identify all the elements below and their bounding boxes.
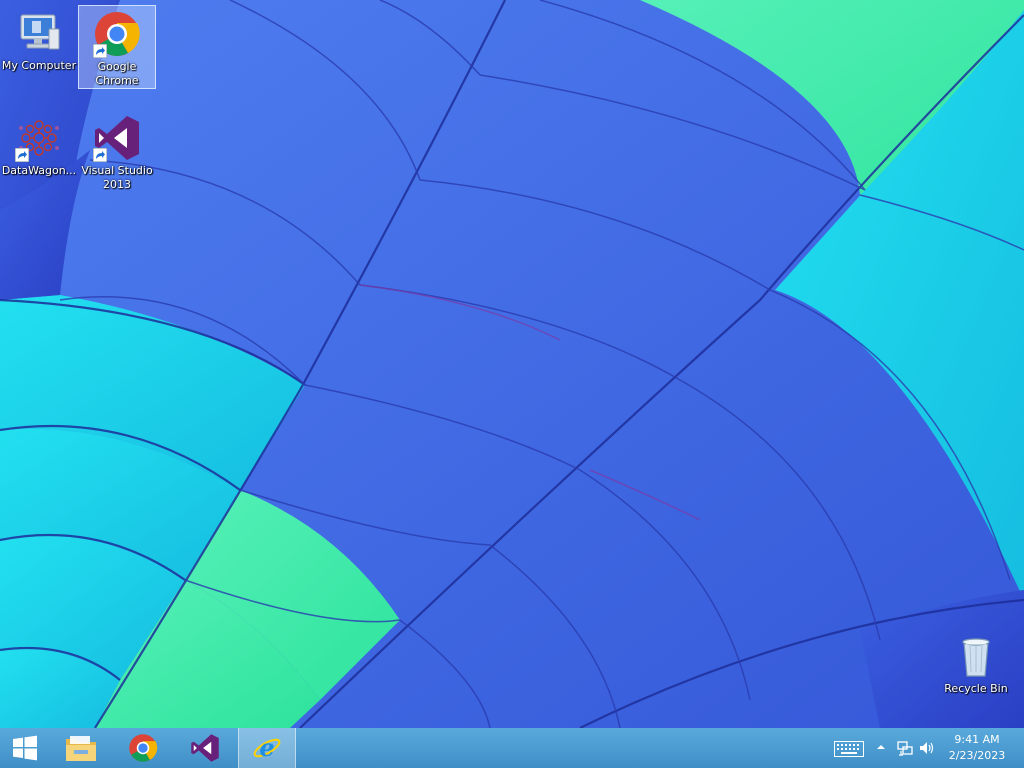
desktop-icon-label: Recycle Bin (944, 682, 1008, 695)
visual-studio-icon (93, 114, 141, 162)
desktop-icon-google-chrome[interactable]: Google Chrome (78, 5, 156, 89)
network-icon[interactable] (897, 740, 913, 756)
visual-studio-taskbar-button[interactable] (180, 728, 230, 768)
desktop-icon-my-computer[interactable]: My Computer (0, 5, 78, 89)
desktop-icon-datawagon[interactable]: DataWagon... (0, 110, 78, 194)
desktop[interactable]: My Computer Google Chrome DataWagon... V… (0, 0, 1024, 728)
desktop-icon-label: Google Chrome (95, 60, 139, 87)
shortcut-arrow-icon (15, 148, 29, 162)
clock[interactable]: 9:41 AM 2/23/2023 (942, 732, 1012, 764)
computer-icon (15, 9, 63, 57)
file-explorer-button[interactable] (56, 728, 106, 768)
internet-explorer-taskbar-button[interactable]: e (238, 728, 296, 768)
chrome-icon (93, 10, 141, 58)
desktop-icon-visual-studio[interactable]: Visual Studio 2013 (78, 110, 156, 194)
visual-studio-icon (191, 734, 219, 762)
datawagon-icon (15, 114, 63, 162)
chrome-icon (129, 734, 158, 762)
svg-text:e: e (259, 733, 274, 762)
chrome-taskbar-button[interactable] (118, 728, 168, 768)
start-button[interactable] (0, 728, 50, 768)
desktop-icon-label: DataWagon... (1, 164, 77, 177)
windows-logo-icon (13, 735, 37, 761)
shortcut-arrow-icon (93, 44, 107, 58)
show-hidden-icons-chevron[interactable] (877, 744, 885, 750)
volume-icon[interactable] (919, 740, 935, 756)
desktop-icon-label: Visual Studio 2013 (81, 164, 153, 191)
system-tray: 9:41 AM 2/23/2023 (824, 728, 1024, 768)
desktop-icon-label: My Computer (1, 59, 77, 72)
clock-time: 9:41 AM (954, 733, 1000, 746)
recycle-bin-icon (952, 632, 1000, 680)
shortcut-arrow-icon (93, 148, 107, 162)
desktop-icon-recycle-bin[interactable]: Recycle Bin (937, 628, 1015, 712)
internet-explorer-icon: e (253, 733, 281, 762)
keyboard-icon[interactable] (834, 741, 864, 757)
clock-date: 2/23/2023 (948, 749, 1006, 762)
taskbar: e 9:41 AM 2/23/2023 (0, 728, 1024, 768)
folder-icon (66, 736, 96, 761)
